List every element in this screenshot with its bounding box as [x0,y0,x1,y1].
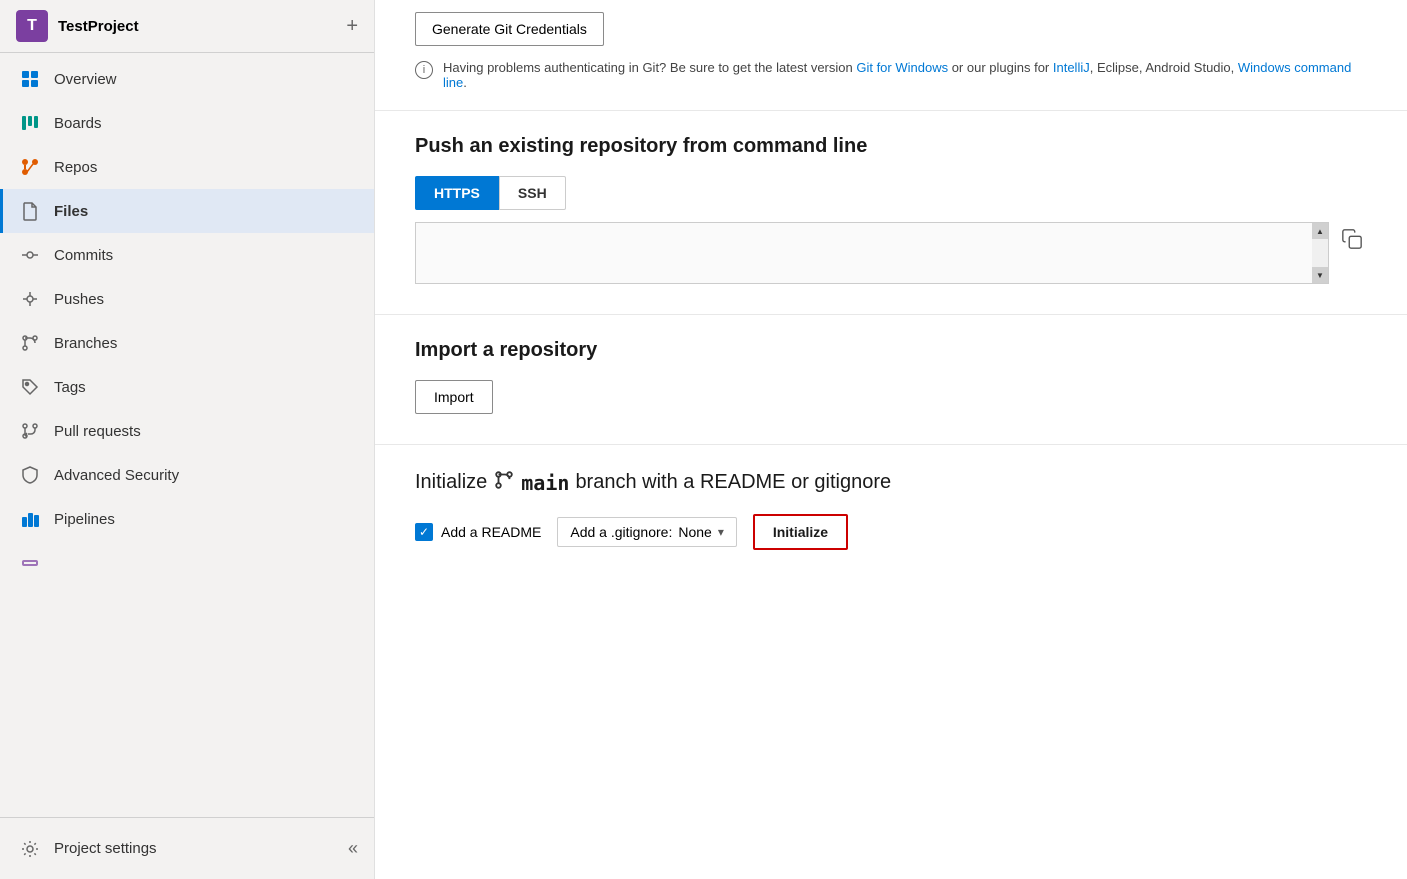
overview-icon [20,69,40,89]
gitignore-value: None [678,524,711,540]
sidebar-item-files[interactable]: Files [0,189,374,233]
sidebar-item-repos[interactable]: Repos [0,145,374,189]
security-icon [20,465,40,485]
project-name: TestProject [58,18,336,35]
add-project-icon[interactable]: + [346,15,358,38]
generate-credentials-button[interactable]: Generate Git Credentials [415,12,604,46]
commits-icon [20,245,40,265]
command-input-wrapper: ▲ ▼ [415,222,1329,284]
sidebar-item-pushes[interactable]: Pushes [0,277,374,321]
sidebar-item-branches[interactable]: Branches [0,321,374,365]
sidebar-footer: Project settings « [0,817,374,879]
gitignore-label: Add a .gitignore: [570,524,672,540]
push-repo-title: Push an existing repository from command… [415,135,1367,158]
branches-icon [20,333,40,353]
scroll-down-button[interactable]: ▼ [1312,267,1328,283]
tab-ssh[interactable]: SSH [499,176,566,210]
initialize-controls: ✓ Add a README Add a .gitignore: None ▾ … [415,514,1367,550]
sidebar-item-project-settings[interactable]: Project settings « [0,826,374,871]
command-input[interactable] [416,223,1312,283]
branch-icon [493,469,515,496]
extra-icon [20,553,40,573]
tags-icon [20,377,40,397]
sidebar-item-pipelines[interactable]: Pipelines [0,497,374,541]
readme-checkbox-group: ✓ Add a README [415,523,541,541]
textarea-scrollbar: ▲ ▼ [1312,223,1328,283]
sidebar-nav: Overview Boards Repos Files [0,53,374,817]
sidebar-header: T TestProject + [0,0,374,53]
sidebar-item-pullrequests[interactable]: Pull requests [0,409,374,453]
initialize-button[interactable]: Initialize [753,514,848,550]
import-repo-section: Import a repository Import [375,315,1407,445]
sidebar-item-overview[interactable]: Overview [0,57,374,101]
sidebar-item-branches-label: Branches [54,335,117,352]
protocol-tabs: HTTPS SSH [415,176,1367,210]
gitignore-dropdown[interactable]: Add a .gitignore: None ▾ [557,517,736,547]
push-repo-section: Push an existing repository from command… [375,111,1407,315]
pullrequests-icon [20,421,40,441]
sidebar-item-boards[interactable]: Boards [0,101,374,145]
initialize-section: Initialize main branch with a README or … [375,445,1407,580]
pipelines-icon [20,509,40,529]
boards-icon [20,113,40,133]
info-text: Having problems authenticating in Git? B… [443,60,1367,90]
info-row: i Having problems authenticating in Git?… [415,60,1367,90]
import-button[interactable]: Import [415,380,493,414]
files-icon [20,201,40,221]
scroll-up-button[interactable]: ▲ [1312,223,1328,239]
sidebar-item-pushes-label: Pushes [54,291,104,308]
sidebar-item-commits[interactable]: Commits [0,233,374,277]
project-avatar: T [16,10,48,42]
settings-icon [20,839,40,859]
readme-label: Add a README [441,524,541,540]
branch-name: main [521,471,569,495]
tab-https[interactable]: HTTPS [415,176,499,210]
sidebar-item-files-label: Files [54,203,88,220]
readme-checkbox[interactable]: ✓ [415,523,433,541]
sidebar-item-tags-label: Tags [54,379,86,396]
sidebar-item-tags[interactable]: Tags [0,365,374,409]
command-area: ▲ ▼ [415,222,1367,284]
initialize-title: Initialize main branch with a README or … [415,469,1367,496]
repos-icon [20,157,40,177]
intellij-link[interactable]: IntelliJ [1053,60,1090,75]
sidebar-item-overview-label: Overview [54,71,117,88]
sidebar-item-extra[interactable] [0,541,374,585]
sidebar-item-pullrequests-label: Pull requests [54,423,141,440]
generate-credentials-section: Generate Git Credentials i Having proble… [375,0,1407,111]
sidebar-item-commits-label: Commits [54,247,113,264]
pushes-icon [20,289,40,309]
sidebar-item-security[interactable]: Advanced Security [0,453,374,497]
sidebar-item-repos-label: Repos [54,159,97,176]
sidebar: T TestProject + Overview Boards Repos [0,0,375,879]
sidebar-item-security-label: Advanced Security [54,467,179,484]
copy-command-button[interactable] [1337,224,1367,260]
main-content: Generate Git Credentials i Having proble… [375,0,1407,879]
project-settings-label: Project settings [54,840,157,857]
collapse-sidebar-icon[interactable]: « [348,838,358,859]
git-for-windows-link[interactable]: Git for Windows [856,60,948,75]
sidebar-item-boards-label: Boards [54,115,102,132]
import-repo-title: Import a repository [415,339,1367,362]
sidebar-item-pipelines-label: Pipelines [54,511,115,528]
chevron-down-icon: ▾ [718,525,724,539]
info-icon: i [415,61,433,79]
